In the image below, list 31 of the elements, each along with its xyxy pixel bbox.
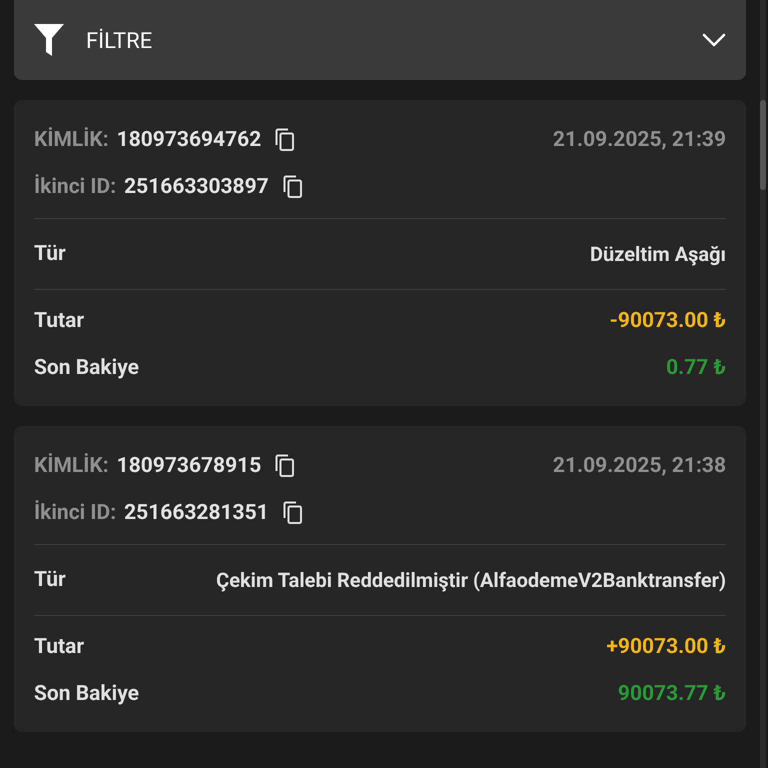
copy-icon[interactable] — [282, 175, 303, 199]
copy-icon[interactable] — [275, 454, 296, 478]
id-label: KİMLİK: — [34, 128, 109, 152]
balance-value: 90073.77 ₺ — [618, 682, 726, 706]
balance-value: 0.77 ₺ — [666, 356, 726, 380]
type-value: Düzeltim Aşağı — [590, 242, 726, 266]
scrollbar[interactable] — [760, 0, 766, 768]
transaction-date: 21.09.2025, 21:38 — [552, 454, 726, 478]
type-label: Tür — [34, 568, 66, 592]
chevron-icon[interactable] — [702, 33, 726, 47]
id-value: 180973678915 — [116, 454, 262, 478]
copy-icon[interactable] — [282, 501, 303, 525]
secondary-id-label: İkinci ID: — [34, 501, 116, 525]
amount-value: -90073.00 ₺ — [610, 309, 726, 333]
secondary-id-label: İkinci ID: — [34, 175, 116, 199]
filter-label: FİLTRE — [86, 28, 154, 54]
id-label: KİMLİK: — [34, 454, 109, 478]
amount-label: Tutar — [34, 309, 84, 333]
transaction-date: 21.09.2025, 21:39 — [552, 128, 726, 152]
filter-bar[interactable]: FİLTRE — [14, 0, 746, 80]
amount-label: Tutar — [34, 635, 84, 659]
filter-icon — [34, 24, 64, 56]
type-label: Tür — [34, 242, 66, 266]
type-value: Çekim Talebi Reddedilmiştir (AlfaodemeV2Banktransfer) — [216, 568, 726, 592]
id-value: 180973694762 — [116, 128, 262, 152]
amount-value: +90073.00 ₺ — [606, 635, 726, 659]
balance-label: Son Bakiye — [34, 682, 139, 706]
secondary-id-value: 251663281351 — [124, 501, 269, 525]
secondary-id-value: 251663303897 — [124, 175, 269, 199]
copy-icon[interactable] — [275, 128, 296, 152]
balance-label: Son Bakiye — [34, 356, 139, 380]
